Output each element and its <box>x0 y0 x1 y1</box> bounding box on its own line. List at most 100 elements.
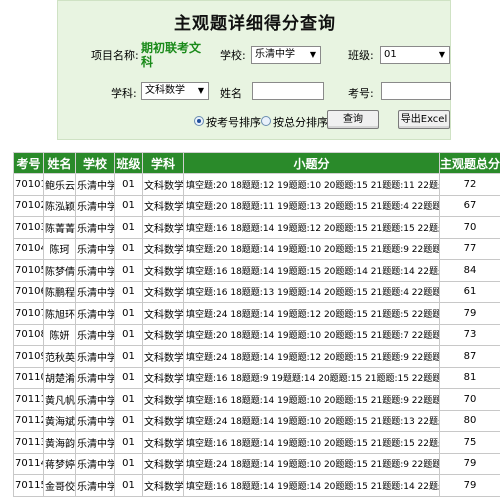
table-row[interactable]: 70113黄海韵乐清中学01文科数学填空题:16 18题题:14 19题题:10… <box>13 431 500 454</box>
cell-detail: 填空题:16 18题题:14 19题题:15 20题题:14 21题题:14 2… <box>183 259 440 282</box>
cell-class: 01 <box>114 409 143 432</box>
cell-detail: 填空题:20 18题题:14 19题题:10 20题题:15 21题题:7 22… <box>183 323 440 346</box>
table-row[interactable]: 70114蒋梦婷乐清中学01文科数学填空题:24 18题题:14 19题题:10… <box>13 452 500 475</box>
cell-subject: 文科数学 <box>142 259 184 282</box>
cell-class: 01 <box>114 452 143 475</box>
cell-total: 84 <box>439 259 500 282</box>
cell-class: 01 <box>114 474 143 497</box>
col-header-class[interactable]: 班级 <box>114 152 143 174</box>
cell-class: 01 <box>114 366 143 389</box>
table-row[interactable]: 70104陈珂乐清中学01文科数学填空题:20 18题题:14 19题题:10 … <box>13 237 500 260</box>
export-excel-button[interactable]: 导出Excel <box>398 110 450 129</box>
cell-total: 72 <box>439 173 500 196</box>
table-row[interactable]: 70115金哥佼乐清中学01文科数学填空题:16 18题题:14 19题题:14… <box>13 474 500 497</box>
cell-exam-no: 70109 <box>13 345 44 368</box>
cell-name: 蒋梦婷 <box>43 452 76 475</box>
cell-total: 61 <box>439 280 500 303</box>
cell-exam-no: 70112 <box>13 409 44 432</box>
col-header-school[interactable]: 学校 <box>75 152 115 174</box>
cell-subject: 文科数学 <box>142 452 184 475</box>
cell-detail: 填空题:20 18题题:14 19题题:10 20题题:15 21题题:9 22… <box>183 237 440 260</box>
cell-school: 乐清中学 <box>75 409 115 432</box>
project-label: 项目名称: <box>91 49 139 62</box>
col-header-exam-no[interactable]: 考号 <box>13 152 44 174</box>
cell-name: 胡楚淆 <box>43 366 76 389</box>
cell-detail: 填空题:16 18题题:14 19题题:10 20题题:15 21题题:15 2… <box>183 431 440 454</box>
sort-total-label: 按总分排序 <box>273 116 328 129</box>
table-row[interactable]: 70109范秋英乐清中学01文科数学填空题:24 18题题:14 19题题:12… <box>13 345 500 368</box>
col-header-detail[interactable]: 小题分 <box>183 152 440 174</box>
cell-school: 乐清中学 <box>75 431 115 454</box>
cell-school: 乐清中学 <box>75 366 115 389</box>
cell-name: 陈旭环 <box>43 302 76 325</box>
school-select[interactable]: 乐清中学 ▼ <box>251 46 321 64</box>
cell-name: 陈菁菁 <box>43 216 76 239</box>
cell-school: 乐清中学 <box>75 452 115 475</box>
cell-class: 01 <box>114 302 143 325</box>
table-row[interactable]: 70108陈妍乐清中学01文科数学填空题:20 18题题:14 19题题:10 … <box>13 323 500 346</box>
cell-name: 陈泓颖 <box>43 194 76 217</box>
cell-total: 79 <box>439 452 500 475</box>
table-header-row: 考号 姓名 学校 班级 学科 小题分 主观题总分 <box>13 152 500 174</box>
sort-exam-no-radio[interactable] <box>194 116 204 126</box>
name-input[interactable] <box>252 82 324 100</box>
cell-name: 黄凡帆 <box>43 388 76 411</box>
cell-name: 金哥佼 <box>43 474 76 497</box>
school-label: 学校: <box>220 49 246 62</box>
class-select-value: 01 <box>384 49 397 60</box>
score-table: 考号 姓名 学校 班级 学科 小题分 主观题总分 70101鲍乐云乐清中学01文… <box>13 152 500 497</box>
school-select-value: 乐清中学 <box>255 49 295 60</box>
cell-class: 01 <box>114 259 143 282</box>
query-button[interactable]: 查询 <box>327 110 379 129</box>
subject-select[interactable]: 文科数学 ▼ <box>141 82 209 100</box>
cell-subject: 文科数学 <box>142 237 184 260</box>
table-row[interactable]: 70106陈鹏程乐清中学01文科数学填空题:16 18题题:13 19题题:14… <box>13 280 500 303</box>
exam-no-input[interactable] <box>381 82 451 100</box>
table-row[interactable]: 70103陈菁菁乐清中学01文科数学填空题:16 18题题:14 19题题:12… <box>13 216 500 239</box>
cell-class: 01 <box>114 280 143 303</box>
cell-exam-no: 70114 <box>13 452 44 475</box>
cell-school: 乐清中学 <box>75 388 115 411</box>
cell-exam-no: 70101 <box>13 173 44 196</box>
cell-school: 乐清中学 <box>75 237 115 260</box>
cell-total: 77 <box>439 237 500 260</box>
cell-detail: 填空题:16 18题题:9 19题题:14 20题题:15 21题题:15 22… <box>183 366 440 389</box>
table-row[interactable]: 70102陈泓颖乐清中学01文科数学填空题:20 18题题:11 19题题:13… <box>13 194 500 217</box>
cell-detail: 填空题:24 18题题:14 19题题:12 20题题:15 21题题:9 22… <box>183 345 440 368</box>
cell-class: 01 <box>114 388 143 411</box>
cell-school: 乐清中学 <box>75 302 115 325</box>
class-select[interactable]: 01 ▼ <box>380 46 450 64</box>
cell-detail: 填空题:24 18题题:14 19题题:10 20题题:15 21题题:9 22… <box>183 452 440 475</box>
cell-exam-no: 70105 <box>13 259 44 282</box>
cell-exam-no: 70103 <box>13 216 44 239</box>
sort-exam-no-label: 按考号排序 <box>206 116 261 129</box>
chevron-down-icon: ▼ <box>309 50 316 59</box>
cell-name: 陈妍 <box>43 323 76 346</box>
cell-subject: 文科数学 <box>142 194 184 217</box>
cell-class: 01 <box>114 173 143 196</box>
cell-class: 01 <box>114 323 143 346</box>
col-header-name[interactable]: 姓名 <box>43 152 76 174</box>
table-row[interactable]: 70101鲍乐云乐清中学01文科数学填空题:20 18题题:12 19题题:10… <box>13 173 500 196</box>
cell-total: 67 <box>439 194 500 217</box>
cell-subject: 文科数学 <box>142 345 184 368</box>
cell-exam-no: 70108 <box>13 323 44 346</box>
cell-subject: 文科数学 <box>142 409 184 432</box>
cell-detail: 填空题:20 18题题:11 19题题:13 20题题:15 21题题:4 22… <box>183 194 440 217</box>
col-header-subject[interactable]: 学科 <box>142 152 184 174</box>
cell-name: 黄海韵 <box>43 431 76 454</box>
table-row[interactable]: 70107陈旭环乐清中学01文科数学填空题:24 18题题:14 19题题:12… <box>13 302 500 325</box>
cell-total: 81 <box>439 366 500 389</box>
exam-no-label: 考号: <box>348 87 374 100</box>
table-row[interactable]: 70112黄海斌乐清中学01文科数学填空题:24 18题题:14 19题题:10… <box>13 409 500 432</box>
cell-total: 75 <box>439 431 500 454</box>
cell-detail: 填空题:16 18题题:14 19题题:14 20题题:15 21题题:14 2… <box>183 474 440 497</box>
cell-detail: 填空题:16 18题题:14 19题题:10 20题题:15 21题题:9 22… <box>183 388 440 411</box>
sort-total-radio[interactable] <box>261 116 271 126</box>
col-header-total[interactable]: 主观题总分 <box>439 152 500 174</box>
cell-detail: 填空题:24 18题题:14 19题题:10 20题题:15 21题题:13 2… <box>183 409 440 432</box>
table-row[interactable]: 70111黄凡帆乐清中学01文科数学填空题:16 18题题:14 19题题:10… <box>13 388 500 411</box>
table-row[interactable]: 70110胡楚淆乐清中学01文科数学填空题:16 18题题:9 19题题:14 … <box>13 366 500 389</box>
table-row[interactable]: 70105陈梦倩乐清中学01文科数学填空题:16 18题题:14 19题题:15… <box>13 259 500 282</box>
subject-label: 学科: <box>111 87 137 100</box>
